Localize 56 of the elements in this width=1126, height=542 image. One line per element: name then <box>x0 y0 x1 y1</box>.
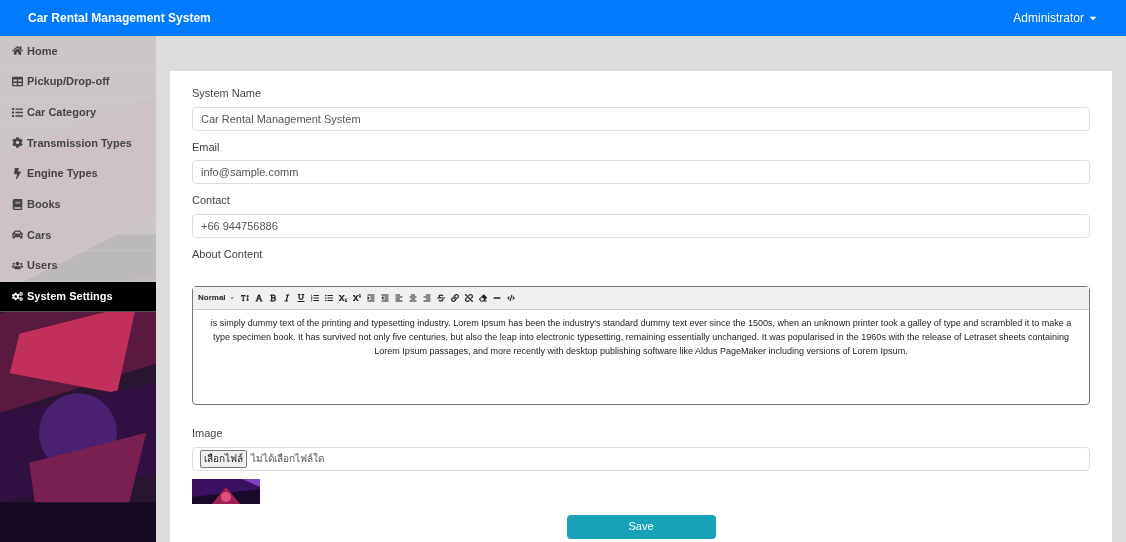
strikethrough-icon[interactable] <box>436 294 445 302</box>
subscript-icon[interactable] <box>338 294 347 302</box>
car-icon <box>12 229 23 241</box>
align-right-icon[interactable] <box>422 294 431 302</box>
sidebar-item[interactable]: Cars <box>0 220 156 251</box>
text-field[interactable]: Car Rental Management System <box>192 106 1090 131</box>
indent-icon[interactable] <box>366 294 375 302</box>
unlink-icon[interactable] <box>464 294 473 302</box>
link-icon[interactable] <box>450 294 459 302</box>
field-label: System Name <box>192 86 263 101</box>
outdent-icon[interactable] <box>380 294 389 302</box>
code-icon[interactable] <box>506 294 515 302</box>
sidebar-item[interactable]: Pickup/Drop-off <box>0 66 156 98</box>
file-status: ไม่ได้เลือกไฟล์ใด <box>251 452 324 466</box>
user-menu[interactable]: Administrator <box>1013 9 1098 27</box>
text-field[interactable]: info@sample.comm <box>192 160 1090 184</box>
app-title: Car Rental Management System <box>28 10 211 27</box>
bolt-icon <box>12 168 23 180</box>
table-icon <box>12 76 23 88</box>
field-label: Image <box>192 426 224 441</box>
underline-icon[interactable] <box>296 294 305 302</box>
gears-icon <box>12 290 23 302</box>
book-icon <box>12 198 23 210</box>
editor-content: is simply dummy text of the printing and typesetting industry. Lorem Ipsum has been the industry's standard dummy text ever since the 1500s, when an unknown printer took a galley of type and scrambled it to make a type specimen book. It has survived not only five centuries, but also the leap into electronic typesetting, remaining essentially unchanged. It was popularised in the 1960s with the release of Letraset sheets containing Lorem Ipsum passages, and more recently with desktop publishing software like Aldus PageMaker including versions of Lorem Ipsum. <box>209 317 1073 358</box>
align-left-icon[interactable] <box>394 294 403 302</box>
field-label: Email <box>192 139 221 155</box>
sidebar-item[interactable]: Car Category <box>0 97 156 129</box>
sidebar-item[interactable]: Home <box>0 36 156 67</box>
sidebar-item[interactable]: System Settings <box>0 281 156 313</box>
sidebar-item[interactable]: Books <box>0 189 156 221</box>
choose-file-button[interactable]: เลือกไฟล์ <box>200 449 247 468</box>
sidebar-item[interactable]: Users <box>0 250 156 282</box>
field-label: Contact <box>192 193 231 208</box>
text-field[interactable]: +66 944756886 <box>192 213 1090 238</box>
users-icon <box>12 260 23 272</box>
unordered-list-icon[interactable] <box>324 294 333 302</box>
house-icon <box>12 45 23 57</box>
list-icon <box>12 106 23 118</box>
superscript-icon[interactable] <box>352 294 361 302</box>
rich-text-editor[interactable] <box>192 286 1090 405</box>
ordered-list-icon[interactable] <box>310 294 319 302</box>
bold-icon[interactable] <box>268 294 277 302</box>
font-color-icon[interactable] <box>254 294 263 302</box>
sidebar-item[interactable]: Transmission Types <box>0 128 156 159</box>
gear-icon <box>12 137 23 149</box>
align-center-icon[interactable] <box>408 294 417 302</box>
text-height-icon[interactable] <box>240 294 249 302</box>
save-button[interactable]: Save <box>566 514 716 539</box>
caret-icon <box>228 295 235 301</box>
horizontal-rule-icon[interactable] <box>492 294 501 302</box>
italic-icon[interactable] <box>282 294 291 302</box>
file-input[interactable]: เลือกไฟล์ ไม่ได้เลือกไฟล์ใด <box>192 446 1090 471</box>
field-label: About Content <box>192 246 264 262</box>
style-dropdown[interactable]: Normal <box>198 292 235 304</box>
sidebar-item[interactable]: Engine Types <box>0 158 156 190</box>
eraser-icon[interactable] <box>478 294 487 302</box>
